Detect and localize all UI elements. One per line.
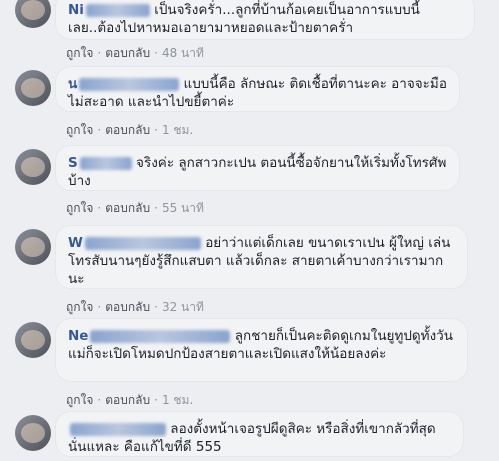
reply-link[interactable]: ตอบกลับ — [105, 123, 150, 137]
comment-time[interactable]: 32 นาที — [162, 300, 204, 314]
comment-author[interactable]: น — [68, 76, 180, 92]
comment-bubble: ลองตั้งหน้าเจอรูปผีดูสิคะ หรือสิ่งที่เขา… — [55, 411, 464, 457]
comment-time[interactable]: 55 นาที — [162, 201, 204, 215]
like-link[interactable]: ถูกใจ — [66, 201, 93, 215]
avatar[interactable] — [15, 415, 51, 451]
comment-actions: ถูกใจ · ตอบกลับ · 1 ชม. — [66, 393, 194, 407]
reply-link[interactable]: ตอบกลับ — [105, 201, 150, 215]
comment-actions: ถูกใจ · ตอบกลับ · 55 นาที — [66, 201, 204, 215]
avatar[interactable] — [15, 0, 51, 28]
avatar[interactable] — [15, 70, 51, 106]
comment-author[interactable]: W — [68, 235, 201, 251]
comment-actions: ถูกใจ · ตอบกลับ · 48 นาที — [66, 46, 204, 60]
reply-link[interactable]: ตอบกลับ — [105, 393, 150, 407]
like-link[interactable]: ถูกใจ — [66, 300, 93, 314]
reply-link[interactable]: ตอบกลับ — [105, 46, 150, 60]
like-link[interactable]: ถูกใจ — [66, 393, 93, 407]
like-link[interactable]: ถูกใจ — [66, 123, 93, 137]
like-link[interactable]: ถูกใจ — [66, 46, 93, 60]
reply-link[interactable]: ตอบกลับ — [105, 300, 150, 314]
comment-time[interactable]: 1 ชม. — [162, 123, 193, 137]
avatar[interactable] — [15, 229, 51, 265]
comment-bubble: Ni เป็นจริงครั่า...ลูกที่บ้านก้อเคยเป็นอ… — [55, 0, 475, 40]
comment-bubble: น แบบนี้คือ ลักษณะ ติดเชื้อที่ตานะคะ อาจ… — [55, 66, 460, 112]
comment-bubble: Ne ลูกชายก็เป็นคะติดดูเกมในยูทูปดูทั้งวั… — [55, 318, 468, 382]
comment-actions: ถูกใจ · ตอบกลับ · 1 ชม. — [66, 123, 194, 137]
comment-author[interactable] — [68, 421, 166, 437]
comment-time[interactable]: 1 ชม. — [162, 393, 193, 407]
comment-time[interactable]: 48 นาที — [162, 46, 204, 60]
avatar[interactable] — [15, 322, 51, 358]
comment-bubble: W อย่าว่าแต่เด็กเลย ขนาดเราเปน ผู้ใหญ่ เ… — [55, 225, 468, 289]
avatar[interactable] — [15, 149, 51, 185]
comment-actions: ถูกใจ · ตอบกลับ · 32 นาที — [66, 300, 204, 314]
comment-bubble: S จริงค่ะ ลูกสาวกะเปน ตอนนี้ซื้อจักยานให… — [55, 145, 460, 191]
comment-author[interactable]: S — [68, 155, 132, 171]
comment-author[interactable]: Ne — [68, 328, 231, 344]
comment-author[interactable]: Ni — [68, 2, 150, 18]
